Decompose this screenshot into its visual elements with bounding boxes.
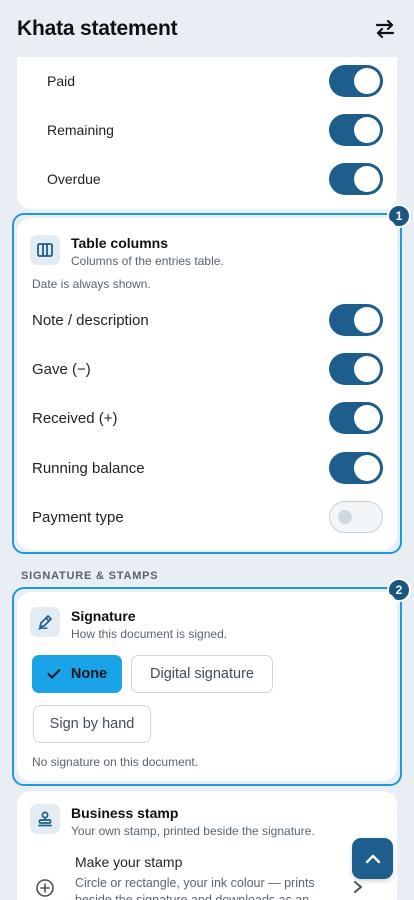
toggle-label: Running balance: [32, 459, 145, 477]
received-toggle[interactable]: [329, 402, 383, 434]
make-stamp-title: Make your stamp: [75, 854, 183, 870]
stamp-icon: [38, 811, 52, 827]
card-note: Date is always shown.: [32, 277, 151, 291]
business-stamp-card: Business stamp Your own stamp, printed b…: [17, 791, 397, 900]
gave-toggle[interactable]: [329, 353, 383, 385]
chip-label: Sign by hand: [49, 716, 135, 732]
toggle-knob: [354, 455, 380, 481]
toggle-knob: [354, 307, 380, 333]
signature-option-by-hand[interactable]: Sign by hand: [33, 705, 151, 743]
totals-card: Paid Remaining Overdue: [17, 57, 397, 209]
page-title: Khata statement: [17, 17, 178, 40]
signature-option-none[interactable]: None: [32, 655, 122, 693]
toggle-knob: [354, 68, 380, 94]
toggle-label: Note / description: [32, 311, 149, 329]
table-columns-card: Table columns Columns of the entries tab…: [17, 218, 397, 550]
toggle-knob: [338, 510, 352, 524]
note-toggle[interactable]: [329, 304, 383, 336]
card-subtitle: How this document is signed.: [71, 627, 228, 641]
scroll-to-top-button[interactable]: [352, 838, 393, 879]
chip-label: None: [70, 666, 108, 682]
app-header: Khata statement: [0, 0, 414, 58]
toggle-row-gave: Gave (−): [17, 347, 397, 391]
card-title: Signature: [71, 608, 136, 624]
swap-arrows-icon: [375, 19, 395, 39]
payment-type-toggle[interactable]: [329, 501, 383, 533]
chevron-right-icon: [354, 881, 362, 893]
running-balance-toggle[interactable]: [329, 452, 383, 484]
pen-signature-icon: [38, 615, 52, 630]
toggle-row-paid: Paid: [17, 59, 397, 103]
signature-icon-box: [30, 607, 60, 637]
card-subtitle: Columns of the entries table.: [71, 254, 224, 268]
make-stamp-row[interactable]: Make your stamp Circle or rectangle, you…: [17, 847, 397, 900]
card-title: Table columns: [71, 235, 168, 251]
add-circle-icon: [36, 879, 54, 897]
toggle-label: Received (+): [32, 409, 118, 427]
toggle-knob: [354, 166, 380, 192]
swap-button[interactable]: [372, 16, 398, 42]
toggle-row-payment-type: Payment type: [17, 495, 397, 539]
chevron-up-icon: [365, 854, 380, 863]
columns-icon-box: [30, 235, 60, 265]
toggle-label: Remaining: [47, 122, 114, 138]
card-subtitle: Your own stamp, printed beside the signa…: [71, 824, 315, 838]
toggle-knob: [354, 405, 380, 431]
paid-toggle[interactable]: [329, 65, 383, 97]
columns-icon: [37, 243, 53, 257]
card-title: Business stamp: [71, 805, 179, 821]
toggle-row-note: Note / description: [17, 298, 397, 342]
chip-label: Digital signature: [150, 666, 254, 682]
stamp-icon-box: [30, 804, 60, 834]
toggle-knob: [354, 356, 380, 382]
toggle-row-remaining: Remaining: [17, 108, 397, 152]
make-stamp-desc: Circle or rectangle, your ink colour — p…: [75, 876, 315, 900]
toggle-label: Payment type: [32, 508, 124, 526]
check-icon: [47, 669, 61, 679]
toggle-label: Overdue: [47, 171, 101, 187]
toggle-row-overdue: Overdue: [17, 157, 397, 201]
toggle-label: Gave (−): [32, 360, 91, 378]
signature-status: No signature on this document.: [32, 755, 199, 769]
overdue-toggle[interactable]: [329, 163, 383, 195]
toggle-knob: [354, 117, 380, 143]
toggle-row-running-balance: Running balance: [17, 446, 397, 490]
signature-option-digital[interactable]: Digital signature: [131, 655, 273, 693]
remaining-toggle[interactable]: [329, 114, 383, 146]
section-label: SIGNATURE & STAMPS: [21, 570, 159, 582]
signature-card: Signature How this document is signed. N…: [17, 592, 397, 781]
toggle-label: Paid: [47, 73, 76, 89]
toggle-row-received: Received (+): [17, 396, 397, 440]
